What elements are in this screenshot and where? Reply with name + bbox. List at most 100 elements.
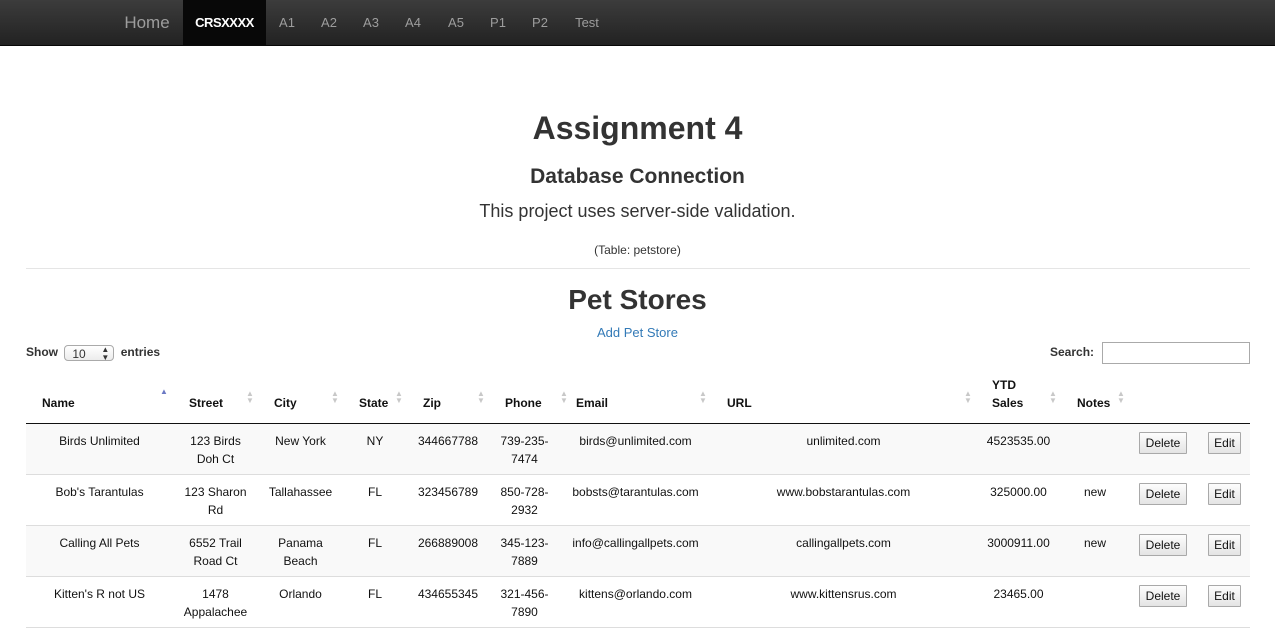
- cell-state: FL: [367, 587, 382, 601]
- edit-button[interactable]: Edit: [1208, 483, 1241, 505]
- city-line1: Orlando: [279, 587, 322, 601]
- search-input[interactable]: [1102, 342, 1250, 364]
- column-header-state[interactable]: State: [359, 394, 388, 412]
- table-row: Birds Unlimited 123 Birds Doh Ct New York…: [26, 424, 1250, 475]
- nav-a2-link[interactable]: A2: [312, 0, 346, 45]
- city-line2: Beach: [283, 554, 318, 568]
- cell-phone: 739-235- 7474: [489, 432, 560, 468]
- table-row: Bob's Tarantulas 123 Sharon Rd Tallahasse…: [26, 475, 1250, 526]
- column-header-notes[interactable]: Notes: [1077, 394, 1110, 412]
- cell-street: 6552 Trail Road Ct: [173, 534, 258, 570]
- page-title: Assignment 4: [532, 110, 743, 146]
- cell-state: FL: [367, 485, 382, 499]
- cell-notes: new: [1083, 485, 1106, 499]
- phone-line2: 7474: [511, 452, 538, 466]
- ytd-line2: Sales: [992, 396, 1024, 410]
- cell-ytd-sales: 4523535.00: [986, 434, 1051, 448]
- phone-line1: 850-728-: [500, 485, 549, 499]
- nav-home-link[interactable]: Home: [112, 0, 182, 45]
- add-pet-store-link-text[interactable]: Add Pet Store: [597, 325, 678, 340]
- cell-email: kittens@orlando.com: [579, 587, 692, 601]
- edit-button[interactable]: Edit: [1208, 432, 1241, 454]
- cell-url: callingallpets.com: [796, 536, 891, 550]
- cell-url: www.bobstarantulas.com: [776, 485, 911, 499]
- sort-both-icon: ▲ ▼: [1049, 389, 1057, 405]
- street-line1: 1478: [202, 587, 229, 601]
- delete-button[interactable]: Delete: [1139, 432, 1187, 454]
- cell-ytd-sales: 325000.00: [990, 485, 1047, 499]
- sort-both-icon: ▲ ▼: [395, 389, 403, 405]
- nav-p2-link[interactable]: P2: [523, 0, 557, 45]
- add-pet-store-link[interactable]: Add Pet Store: [0, 325, 1275, 340]
- navbar: Home CRSXXXX A1 A2 A3 A4 A5 P1 P2 Test: [0, 0, 1275, 46]
- ytd-line1: YTD: [992, 378, 1016, 392]
- entries-length-control: Show 10 ▲ ▼ entries: [26, 343, 160, 361]
- entries-select[interactable]: 10 ▲ ▼: [64, 344, 115, 362]
- cell-name: Calling All Pets: [59, 536, 140, 550]
- delete-button[interactable]: Delete: [1139, 483, 1187, 505]
- delete-button[interactable]: Delete: [1139, 585, 1187, 607]
- cell-zip: 323456789: [417, 485, 479, 499]
- cell-notes: new: [1083, 536, 1106, 550]
- cell-zip: 344667788: [417, 434, 479, 448]
- cell-state: NY: [366, 434, 384, 448]
- phone-line2: 7890: [511, 605, 538, 619]
- column-header-phone[interactable]: Phone: [505, 394, 542, 412]
- street-line1: 123 Sharon: [184, 485, 247, 499]
- sort-both-icon: ▲ ▼: [1117, 389, 1125, 405]
- cell-city: New York: [258, 432, 343, 450]
- sort-both-icon: ▲ ▼: [964, 389, 972, 405]
- search-label: Search:: [1050, 345, 1095, 359]
- show-label: Show: [26, 345, 58, 359]
- phone-line1: 739-235-: [500, 434, 549, 448]
- sort-both-icon: ▲ ▼: [699, 389, 707, 405]
- cell-name: Kitten's R not US: [54, 587, 145, 601]
- cell-name: Birds Unlimited: [59, 434, 140, 448]
- cell-zip: 434655345: [417, 587, 479, 601]
- entries-label: entries: [120, 345, 161, 359]
- city-line1: Tallahassee: [268, 485, 333, 499]
- street-line2: Rd: [207, 503, 224, 517]
- sort-both-icon: ▲ ▼: [331, 389, 339, 405]
- column-header-street[interactable]: Street: [189, 394, 223, 412]
- updown-arrows-icon: ▲ ▼: [101, 344, 110, 362]
- column-header-city[interactable]: City: [274, 394, 297, 412]
- nav-crsxxxx-link[interactable]: CRSXXXX: [183, 0, 266, 45]
- column-header-ytd-sales[interactable]: YTD Sales: [992, 376, 1023, 412]
- column-header-url[interactable]: URL: [727, 394, 752, 412]
- cell-city: Orlando: [258, 585, 343, 603]
- sort-asc-icon: ▲: [160, 387, 168, 396]
- nav-test-link[interactable]: Test: [566, 0, 608, 45]
- edit-button[interactable]: Edit: [1208, 585, 1241, 607]
- cell-city: Tallahassee: [258, 483, 343, 501]
- street-line1: 6552 Trail: [189, 536, 242, 550]
- phone-line2: 7889: [511, 554, 538, 568]
- nav-a4-link[interactable]: A4: [396, 0, 430, 45]
- street-line2: Doh Ct: [196, 452, 235, 466]
- page-subtitle: Database Connection: [530, 165, 745, 188]
- cell-ytd-sales: 23465.00: [993, 587, 1044, 601]
- edit-button[interactable]: Edit: [1208, 534, 1241, 556]
- cell-url: www.kittensrus.com: [790, 587, 897, 601]
- nav-a5-link[interactable]: A5: [439, 0, 473, 45]
- street-line2: Appalachee: [183, 605, 248, 619]
- nav-a1-link[interactable]: A1: [270, 0, 304, 45]
- sort-both-icon: ▲ ▼: [246, 389, 254, 405]
- section-title: Pet Stores: [568, 284, 707, 315]
- table-header: Name ▲ Street ▲ ▼ City ▲ ▼ State ▲ ▼ Zip ▲ ▼…: [26, 370, 1250, 425]
- cell-url: unlimited.com: [806, 434, 881, 448]
- column-header-name[interactable]: Name: [42, 394, 75, 412]
- column-header-zip[interactable]: Zip: [423, 394, 441, 412]
- delete-button[interactable]: Delete: [1139, 534, 1187, 556]
- phone-line1: 345-123-: [500, 536, 549, 550]
- entries-select-value: 10: [72, 346, 86, 361]
- nav-a3-link[interactable]: A3: [354, 0, 388, 45]
- column-header-email[interactable]: Email: [576, 394, 608, 412]
- nav-p1-link[interactable]: P1: [481, 0, 515, 45]
- table-note: (Table: petstore): [594, 243, 681, 257]
- divider: [26, 268, 1250, 269]
- cell-street: 123 Sharon Rd: [173, 483, 258, 519]
- cell-city: Panama Beach: [258, 534, 343, 570]
- cell-email: birds@unlimited.com: [579, 434, 692, 448]
- city-line1: New York: [275, 434, 326, 448]
